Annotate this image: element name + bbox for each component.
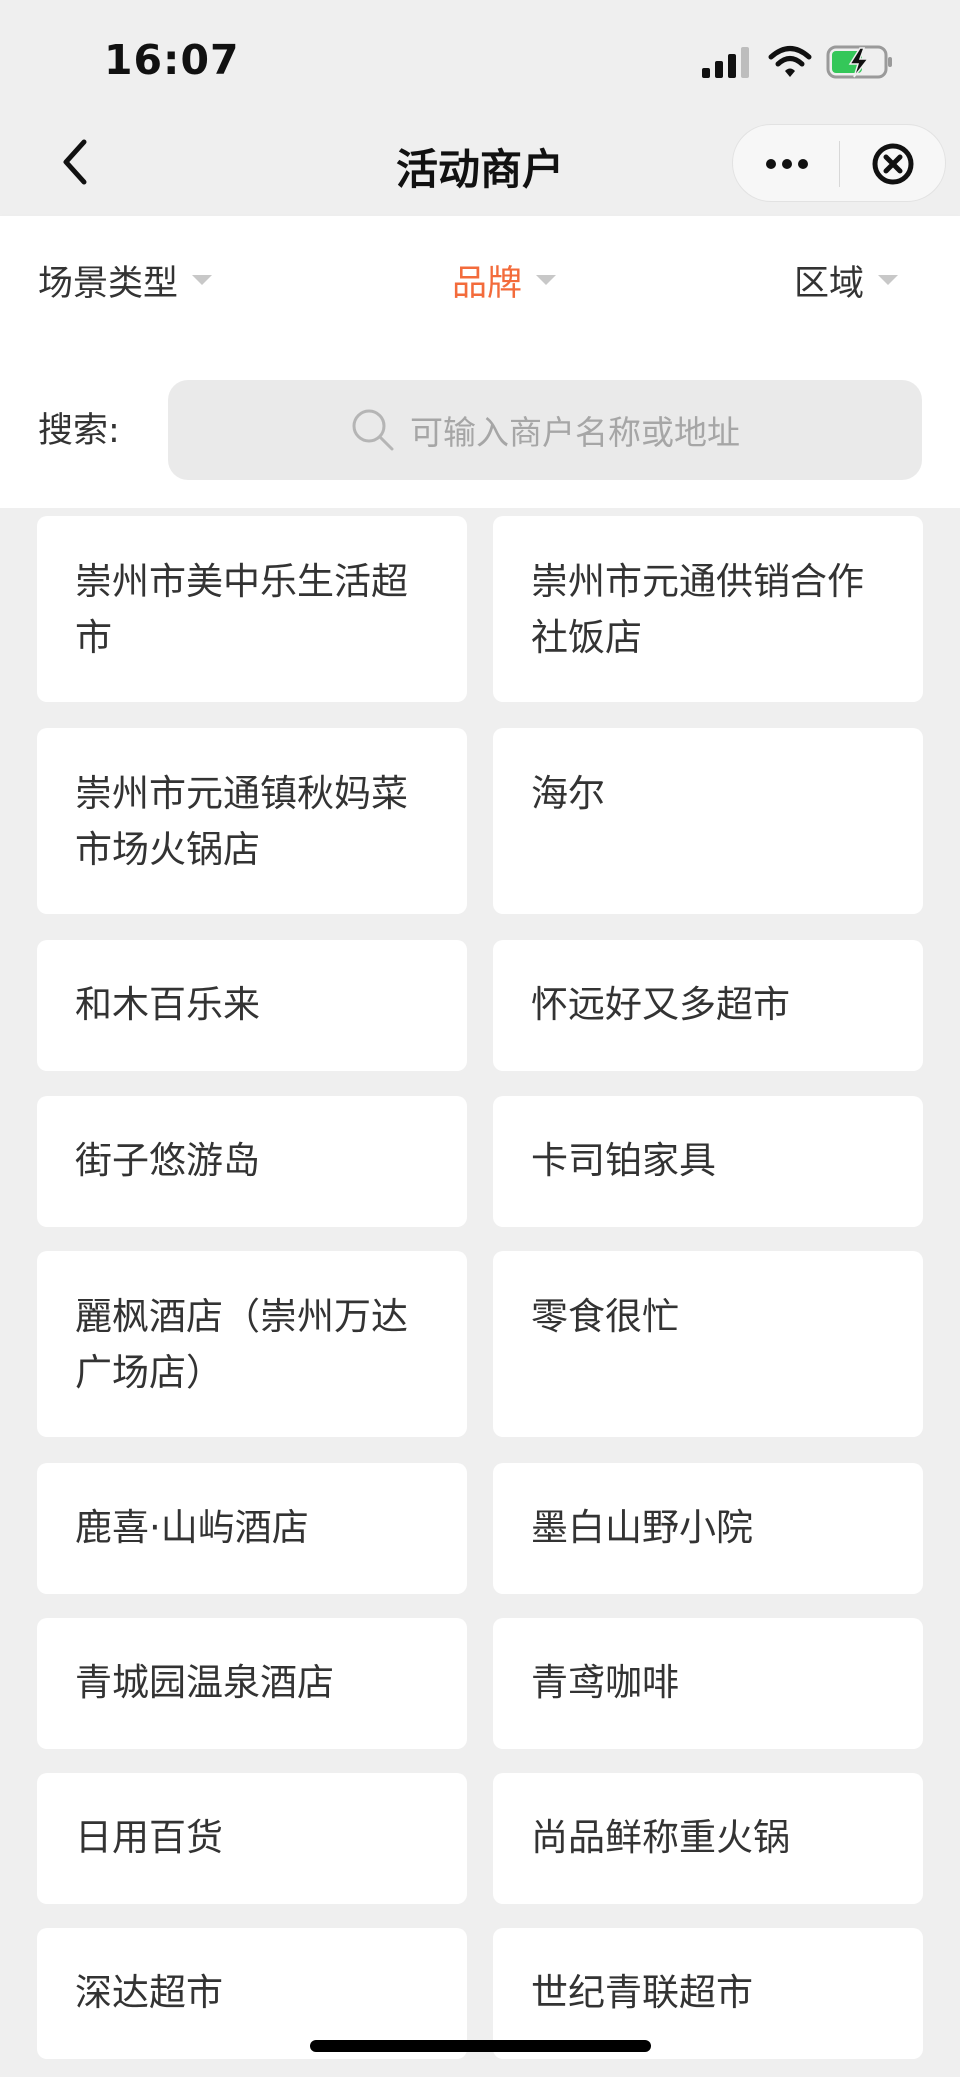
close-circle-icon[interactable]	[861, 139, 925, 189]
miniprogram-capsule	[732, 124, 946, 202]
merchant-card[interactable]: 青鸢咖啡	[493, 1618, 923, 1749]
filter-label: 品牌	[452, 263, 523, 304]
merchant-name-line: 街子悠游岛	[75, 1139, 260, 1182]
merchant-name-line: 零食很忙	[531, 1295, 679, 1338]
merchant-name-line: 墨白山野小院	[531, 1506, 753, 1549]
filter-bar: 场景类型 品牌 区域	[0, 216, 960, 344]
search-row: 搜索: 可输入商户名称或地址	[0, 344, 960, 508]
merchant-name-line: 鹿喜·山屿酒店	[75, 1506, 309, 1549]
merchant-card[interactable]: 鹿喜·山屿酒店	[37, 1463, 467, 1594]
merchant-card[interactable]: 青城园温泉酒店	[37, 1618, 467, 1749]
merchant-card[interactable]: 卡司铂家具	[493, 1096, 923, 1227]
merchant-card[interactable]: 麗枫酒店（崇州万达 广场店）	[37, 1251, 467, 1437]
merchant-name-line: 青城园温泉酒店	[75, 1661, 334, 1704]
navigation-bar: 活动商户	[0, 110, 960, 216]
search-label: 搜索:	[38, 411, 120, 451]
cellular-signal-icon	[702, 47, 749, 78]
merchant-name-line: 世纪青联超市	[531, 1971, 753, 2014]
merchant-name-line: 卡司铂家具	[531, 1139, 716, 1182]
merchant-card[interactable]: 墨白山野小院	[493, 1463, 923, 1594]
merchant-card[interactable]: 尚品鲜称重火锅	[493, 1773, 923, 1904]
merchant-name-line: 崇州市元通供销合作	[531, 560, 864, 603]
search-icon	[352, 409, 394, 451]
filter-brand[interactable]: 品牌	[452, 254, 557, 306]
merchant-card[interactable]: 崇州市元通镇秋妈菜 市场火锅店	[37, 728, 467, 914]
merchant-name-line: 崇州市美中乐生活超	[75, 560, 408, 603]
filter-label: 区域	[794, 263, 865, 304]
merchant-card[interactable]: 怀远好又多超市	[493, 940, 923, 1071]
merchant-card[interactable]: 和木百乐来	[37, 940, 467, 1071]
merchant-name-line: 尚品鲜称重火锅	[531, 1816, 790, 1859]
filter-label: 场景类型	[38, 263, 179, 304]
wifi-icon	[768, 46, 812, 77]
merchant-card[interactable]: 崇州市元通供销合作 社饭店	[493, 516, 923, 702]
merchant-name-line: 社饭店	[531, 616, 642, 659]
merchant-name-line: 海尔	[531, 772, 605, 815]
more-icon[interactable]	[755, 139, 819, 189]
battery-charging-icon	[826, 45, 892, 79]
filter-scene-type[interactable]: 场景类型	[38, 254, 213, 306]
merchant-name-line: 和木百乐来	[75, 983, 260, 1026]
merchant-name-line: 深达超市	[75, 1971, 223, 2014]
capsule-divider	[839, 141, 840, 187]
caret-down-icon	[192, 275, 213, 285]
merchant-name-line: 市场火锅店	[75, 828, 260, 871]
caret-down-icon	[536, 275, 557, 285]
search-input[interactable]: 可输入商户名称或地址	[168, 380, 922, 480]
caret-down-icon	[878, 275, 899, 285]
filter-region[interactable]: 区域	[794, 254, 899, 306]
status-bar: 16:07	[0, 0, 960, 110]
merchant-name-line: 麗枫酒店（崇州万达	[75, 1295, 408, 1338]
merchant-name-line: 日用百货	[75, 1816, 223, 1859]
merchant-name-line: 怀远好又多超市	[531, 983, 790, 1026]
merchant-card[interactable]: 崇州市美中乐生活超 市	[37, 516, 467, 702]
merchant-name-line: 青鸢咖啡	[531, 1661, 679, 1704]
merchant-card[interactable]: 日用百货	[37, 1773, 467, 1904]
merchant-card[interactable]: 街子悠游岛	[37, 1096, 467, 1227]
merchant-card[interactable]: 零食很忙	[493, 1251, 923, 1437]
merchant-name-line: 崇州市元通镇秋妈菜	[75, 772, 408, 815]
home-indicator	[310, 2040, 651, 2052]
merchant-card[interactable]: 海尔	[493, 728, 923, 914]
merchant-name-line: 广场店）	[75, 1351, 223, 1394]
merchant-name-line: 市	[75, 616, 112, 659]
search-placeholder: 可输入商户名称或地址	[410, 413, 740, 452]
status-time: 16:07	[104, 36, 240, 84]
